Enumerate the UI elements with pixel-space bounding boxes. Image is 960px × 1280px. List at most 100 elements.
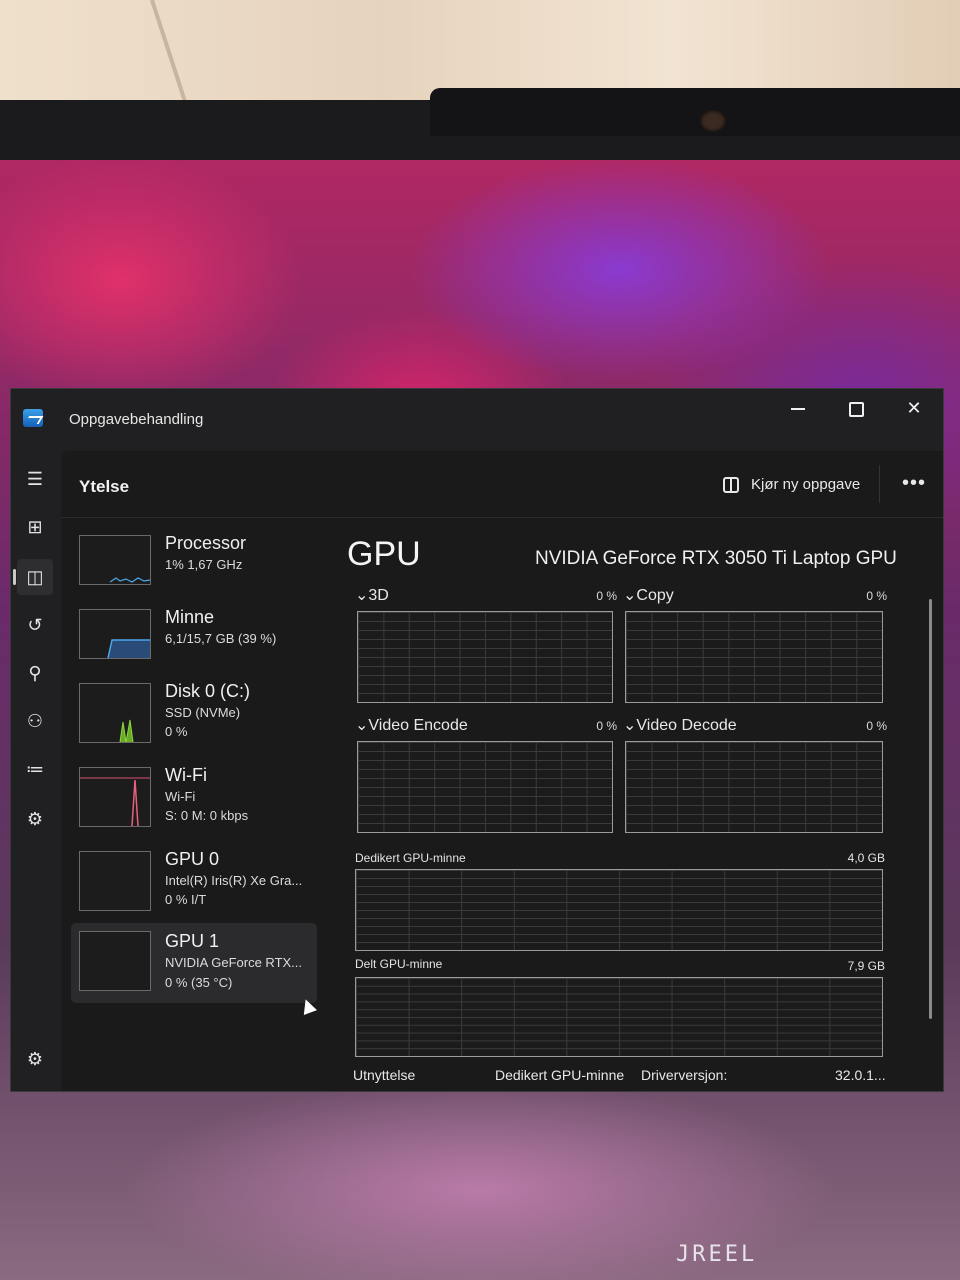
scrollbar[interactable] (929, 599, 932, 1019)
webcam (700, 110, 726, 132)
memory-thumbnail-graph (79, 609, 151, 659)
task-manager-app-icon (23, 409, 43, 427)
device-stat: 6,1/15,7 GB (39 %) (165, 631, 277, 646)
photo-watermark: JREEL (676, 1242, 758, 1267)
nav-performance[interactable]: ◫ (13, 559, 53, 595)
device-name: Wi-Fi (165, 765, 207, 785)
device-name: Disk 0 (C:) (165, 681, 250, 701)
device-name: GPU 0 (165, 849, 220, 869)
nav-services[interactable]: ⚙ (17, 801, 53, 837)
device-processor[interactable]: Processor 1% 1,67 GHz (71, 531, 317, 605)
task-manager-window: Oppgavebehandling ✕ ☰ ⊞ ◫ ↺ ⚲ ⚇ ≔ ⚙ ⚙ Yt… (10, 388, 944, 1092)
minimize-icon (791, 408, 805, 411)
engine-label: Video Decode (636, 717, 737, 734)
nav-app-history[interactable]: ↺ (17, 607, 53, 643)
dedicated-memory-graph (355, 869, 883, 951)
maximize-icon (848, 401, 864, 417)
nav-users[interactable]: ⚇ (17, 703, 53, 739)
minimize-button[interactable] (771, 393, 825, 423)
gpu1-thumbnail-graph (79, 931, 151, 991)
disk-sparkline (119, 719, 134, 742)
engine-copy-graph (625, 611, 883, 703)
bezel-camera-bar (430, 88, 960, 136)
settings-gear-icon: ⚙ (26, 1049, 44, 1069)
details-icon: ≔ (26, 759, 44, 779)
nav-processes[interactable]: ⊞ (17, 509, 53, 545)
services-icon: ⚙ (26, 809, 44, 829)
run-new-task-button[interactable]: Kjør ny oppgave (721, 469, 860, 501)
more-options-icon: ••• (901, 472, 926, 494)
window-title: Oppgavebehandling (69, 411, 204, 428)
maximize-button[interactable] (829, 393, 883, 423)
performance-icon: ◫ (26, 567, 44, 587)
device-name: Minne (165, 607, 215, 627)
startup-apps-icon: ⚲ (28, 663, 42, 683)
nav-settings[interactable]: ⚙ (17, 1041, 53, 1077)
driver-version-value: 32.0.1... (835, 1067, 886, 1083)
device-stat: NVIDIA GeForce RTX... (165, 955, 303, 970)
engine-video-encode-graph (357, 741, 613, 833)
device-stat-secondary: 0 % (165, 724, 188, 739)
disk-thumbnail-graph (79, 683, 151, 743)
close-icon: ✕ (906, 398, 922, 418)
shared-memory-label: Delt GPU-minne (355, 957, 443, 971)
device-stat-secondary: S: 0 M: 0 kbps (165, 808, 249, 823)
device-gpu-1[interactable]: GPU 1 NVIDIA GeForce RTX... 0 % (35 °C) (71, 923, 317, 1003)
shared-memory-max: 7,9 GB (847, 959, 885, 973)
utilization-label: Utnyttelse (353, 1067, 416, 1083)
navigation-rail: ☰ ⊞ ◫ ↺ ⚲ ⚇ ≔ ⚙ ⚙ (11, 451, 59, 1091)
dedicated-memory-max: 4,0 GB (847, 851, 885, 865)
device-wifi[interactable]: Wi-Fi Wi-Fi S: 0 M: 0 kbps (71, 763, 317, 837)
chevron-down-icon: ⌄ (623, 587, 637, 604)
page-title: Ytelse (79, 477, 130, 496)
engine-3d-selector[interactable]: ⌄3D (355, 585, 389, 605)
device-gpu-0[interactable]: GPU 0 Intel(R) Iris(R) Xe Gra... 0 % I/T (71, 847, 317, 921)
gpu0-thumbnail-graph (79, 851, 151, 911)
page-header: Ytelse Kjør ny oppgave ••• (61, 451, 943, 518)
device-stat: SSD (NVMe) (165, 705, 241, 720)
engine-video-decode-graph (625, 741, 883, 833)
performance-panel: Ytelse Kjør ny oppgave ••• Processor 1% … (61, 451, 943, 1091)
dedicated-memory-footer-label: Dedikert GPU-minne (495, 1067, 625, 1083)
device-disk-0[interactable]: Disk 0 (C:) SSD (NVMe) 0 % (71, 679, 317, 753)
engine-video-decode-selector[interactable]: ⌄Video Decode (623, 715, 737, 735)
nav-details[interactable]: ≔ (17, 751, 53, 787)
chevron-down-icon: ⌄ (623, 717, 637, 734)
device-stat-secondary: 0 % I/T (165, 892, 207, 907)
gpu-model-name: NVIDIA GeForce RTX 3050 Ti Laptop GPU (535, 548, 897, 569)
close-button[interactable]: ✕ (887, 393, 941, 423)
engine-label: 3D (368, 587, 389, 604)
engine-label: Copy (636, 587, 674, 604)
engine-percent: 0 % (596, 719, 617, 733)
nav-hamburger-menu[interactable]: ☰ (17, 461, 53, 497)
engine-percent: 0 % (596, 589, 617, 603)
users-icon: ⚇ (26, 711, 44, 731)
engine-percent: 0 % (866, 719, 887, 733)
device-stat: Wi-Fi (165, 789, 196, 804)
chevron-down-icon: ⌄ (355, 717, 369, 734)
processor-thumbnail-graph (79, 535, 151, 585)
chevron-down-icon: ⌄ (355, 587, 369, 604)
processes-icon: ⊞ (27, 517, 43, 537)
wifi-sparkline (80, 777, 150, 826)
driver-version-label: Driverversjon: (641, 1067, 728, 1083)
engine-video-encode-selector[interactable]: ⌄Video Encode (355, 715, 468, 735)
device-name: Processor (165, 533, 247, 553)
detail-title: GPU (347, 535, 421, 573)
nav-startup-apps[interactable]: ⚲ (17, 655, 53, 691)
engine-3d-graph (357, 611, 613, 703)
engine-label: Video Encode (368, 717, 468, 734)
run-task-icon (723, 477, 739, 493)
processor-sparkline (109, 577, 150, 583)
title-bar[interactable]: Oppgavebehandling ✕ (11, 389, 943, 451)
device-stat: 1% 1,67 GHz (165, 557, 243, 572)
device-stat: Intel(R) Iris(R) Xe Gra... (165, 873, 303, 888)
device-memory[interactable]: Minne 6,1/15,7 GB (39 %) (71, 605, 317, 679)
hamburger-menu-icon: ☰ (26, 469, 44, 489)
more-options-button[interactable]: ••• (897, 469, 931, 501)
memory-sparkline (107, 639, 150, 658)
run-new-task-label: Kjør ny oppgave (751, 476, 861, 493)
app-history-icon: ↺ (27, 615, 43, 635)
engine-copy-selector[interactable]: ⌄Copy (623, 585, 674, 605)
header-divider (879, 465, 880, 503)
